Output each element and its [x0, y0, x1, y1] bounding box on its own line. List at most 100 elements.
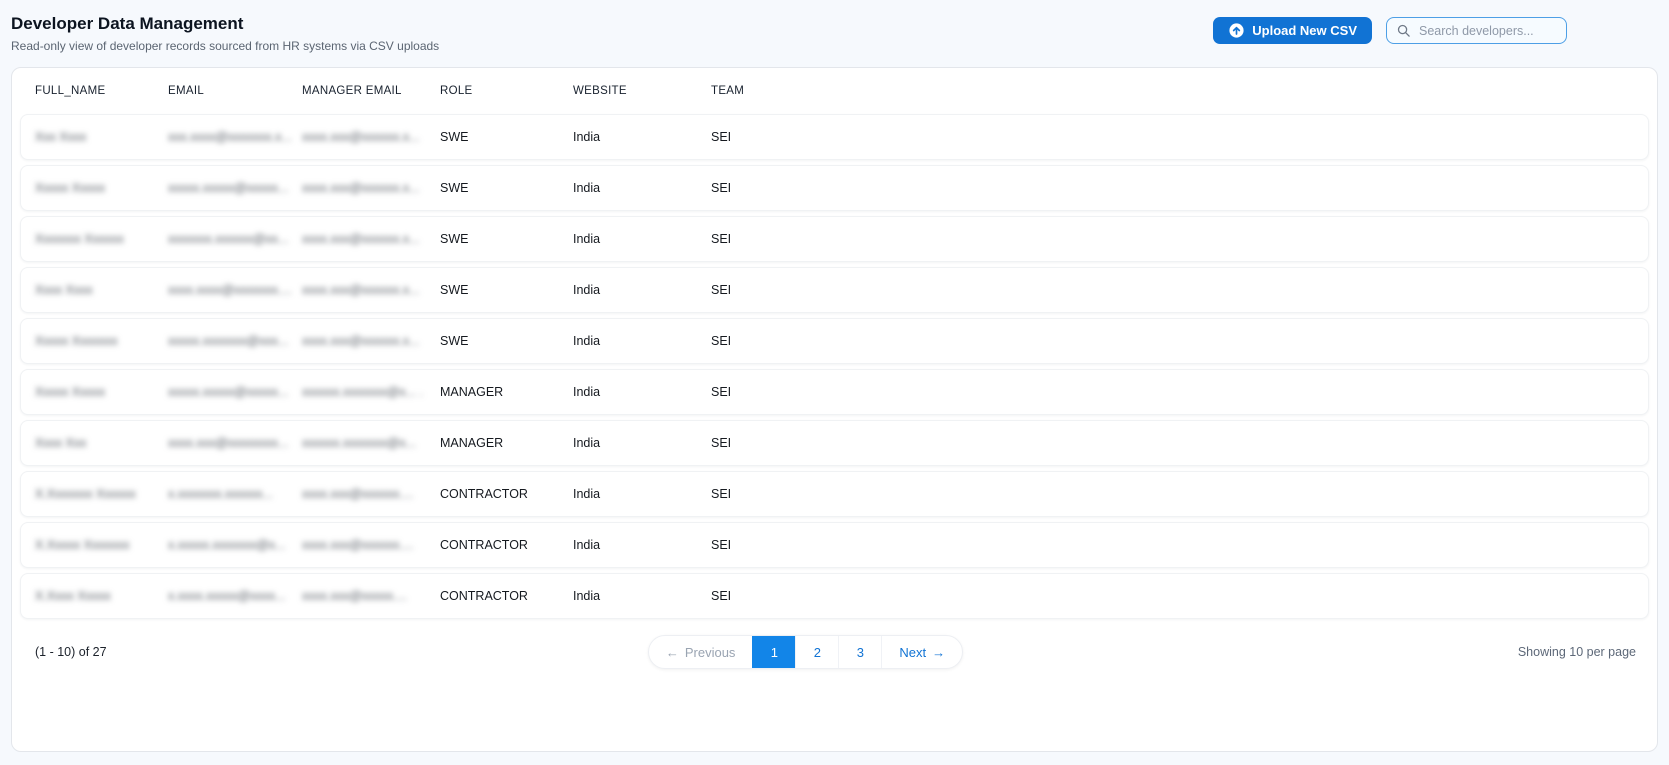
upload-icon	[1228, 22, 1245, 39]
cell-manager-email-redacted: xxxx.xxx@xxxxxx....	[302, 487, 414, 501]
next-label: Next	[899, 644, 927, 660]
cell-email-redacted: xxx.xxxx@xxxxxxx.x...	[168, 130, 292, 144]
table-row: Xxxxx Xxxxx xxxxx.xxxxx@xxxxx... xxxx.xx…	[20, 165, 1649, 211]
cell-full-name-redacted: Xxxxxxx Xxxxxx	[35, 232, 124, 246]
cell-manager-email-redacted: xxxx.xxx@xxxxxx.x...	[302, 181, 420, 195]
cell-website: India	[573, 589, 601, 603]
cell-team: SEI	[711, 181, 732, 195]
cell-website: India	[573, 538, 601, 552]
cell-manager-email-redacted: xxxxxx.xxxxxxx@x... .	[302, 385, 424, 399]
cell-email-redacted: xxxxx.xxxxx@xxxxx...	[168, 385, 289, 399]
table-row: Xxxx Xxxx xxxx.xxxx@xxxxxxx.... xxxx.xxx…	[20, 267, 1649, 313]
cell-team: SEI	[711, 334, 732, 348]
table-row: Xxxxxxx Xxxxxx xxxxxxx.xxxxxx@xx... xxxx…	[20, 216, 1649, 262]
column-header-role: ROLE	[440, 85, 473, 97]
cell-website: India	[573, 283, 601, 297]
table-header-row: FULL_NAME EMAIL MANAGER EMAIL ROLE WEBSI…	[20, 68, 1649, 114]
heading-block: Developer Data Management Read-only view…	[11, 14, 439, 53]
cell-manager-email-redacted: xxxx.xxx@xxxxxx.x...	[302, 334, 420, 348]
per-page-label: Showing 10 per page	[1517, 645, 1636, 659]
cell-website: India	[573, 487, 601, 501]
cell-team: SEI	[711, 487, 732, 501]
cell-email-redacted: x.xxxx.xxxxx@xxxx...	[168, 589, 286, 603]
cell-manager-email-redacted: xxxxxx.xxxxxxx@x...	[302, 436, 417, 450]
cell-email-redacted: xxxxx.xxxxxxx@xxx...	[168, 334, 289, 348]
column-header-manager-email: MANAGER EMAIL	[302, 85, 402, 97]
cell-manager-email-redacted: xxxx.xxx@xxxxxx.x...	[302, 283, 420, 297]
cell-role: SWE	[440, 232, 469, 246]
cell-role: SWE	[440, 283, 469, 297]
upload-csv-button[interactable]: Upload New CSV	[1213, 17, 1372, 44]
arrow-left-icon: ←	[665, 644, 679, 660]
cell-full-name-redacted: X.Xxxx Xxxxx	[35, 589, 111, 603]
topbar: Developer Data Management Read-only view…	[11, 0, 1658, 53]
search-input[interactable]	[1417, 22, 1557, 39]
cell-team: SEI	[711, 385, 732, 399]
table-row: X.Xxxxxxx Xxxxxx x.xxxxxxx.xxxxxx... xxx…	[20, 471, 1649, 517]
developers-table-card: FULL_NAME EMAIL MANAGER EMAIL ROLE WEBSI…	[11, 67, 1658, 752]
cell-manager-email-redacted: xxxx.xxx@xxxxxx....	[302, 538, 414, 552]
column-header-email: EMAIL	[168, 85, 205, 97]
cell-manager-email-redacted: xxxx.xxx@xxxxx....	[302, 589, 408, 603]
pagination-previous-button[interactable]: ← Previous	[649, 636, 753, 668]
cell-role: SWE	[440, 130, 469, 144]
page-title: Developer Data Management	[11, 14, 244, 33]
cell-website: India	[573, 334, 601, 348]
cell-full-name-redacted: Xxxxx Xxxxx	[35, 181, 106, 195]
pagination-page-2[interactable]: 2	[795, 636, 838, 668]
pagination: ← Previous 1 2 3 Next →	[647, 635, 964, 669]
upload-button-label: Upload New CSV	[1252, 23, 1357, 38]
column-header-team: TEAM	[711, 85, 745, 97]
cell-role: MANAGER	[440, 436, 504, 450]
pagination-page-3[interactable]: 3	[838, 636, 881, 668]
cell-team: SEI	[711, 589, 732, 603]
cell-team: SEI	[711, 538, 732, 552]
cell-website: India	[573, 385, 601, 399]
cell-website: India	[573, 130, 601, 144]
header-controls: Upload New CSV	[1213, 17, 1567, 44]
cell-full-name-redacted: Xxxxx Xxxxxxx	[35, 334, 118, 348]
pagination-next-button[interactable]: Next →	[881, 636, 962, 668]
previous-label: Previous	[684, 644, 736, 660]
column-header-website: WEBSITE	[573, 85, 627, 97]
arrow-right-icon: →	[932, 644, 946, 660]
cell-email-redacted: xxxxx.xxxxx@xxxxx...	[168, 181, 289, 195]
page-subtitle: Read-only view of developer records sour…	[11, 39, 440, 53]
search-box	[1386, 17, 1567, 44]
cell-manager-email-redacted: xxxx.xxx@xxxxxx.x...	[302, 232, 420, 246]
results-range-label: (1 - 10) of 27	[35, 645, 107, 659]
column-header-full-name: FULL_NAME	[35, 85, 106, 97]
cell-team: SEI	[711, 130, 732, 144]
table-row: Xxxxx Xxxxx xxxxx.xxxxx@xxxxx... xxxxxx.…	[20, 369, 1649, 415]
cell-website: India	[573, 232, 601, 246]
table-row: Xxxxx Xxxxxxx xxxxx.xxxxxxx@xxx... xxxx.…	[20, 318, 1649, 364]
cell-full-name-redacted: Xxx Xxxx	[35, 130, 87, 144]
cell-full-name-redacted: Xxxx Xxx	[35, 436, 87, 450]
cell-email-redacted: x.xxxxx.xxxxxxx@x...	[168, 538, 286, 552]
table-row: Xxxx Xxx xxxx.xxx@xxxxxxxx... xxxxxx.xxx…	[20, 420, 1649, 466]
pagination-page-1[interactable]: 1	[752, 636, 796, 668]
cell-email-redacted: xxxxxxx.xxxxxx@xx...	[168, 232, 289, 246]
cell-role: CONTRACTOR	[440, 538, 528, 552]
cell-full-name-redacted: Xxxxx Xxxxx	[35, 385, 106, 399]
cell-role: CONTRACTOR	[440, 487, 528, 501]
cell-email-redacted: xxxx.xxxx@xxxxxxx....	[168, 283, 292, 297]
cell-full-name-redacted: X.Xxxxxxx Xxxxxx	[35, 487, 136, 501]
table-row: X.Xxxxx Xxxxxxx x.xxxxx.xxxxxxx@x... xxx…	[20, 522, 1649, 568]
cell-website: India	[573, 436, 601, 450]
search-icon	[1396, 23, 1411, 38]
cell-website: India	[573, 181, 601, 195]
cell-full-name-redacted: X.Xxxxx Xxxxxxx	[35, 538, 130, 552]
cell-role: MANAGER	[440, 385, 504, 399]
table-row: X.Xxxx Xxxxx x.xxxx.xxxxx@xxxx... xxxx.x…	[20, 573, 1649, 619]
cell-full-name-redacted: Xxxx Xxxx	[35, 283, 93, 297]
cell-role: CONTRACTOR	[440, 589, 528, 603]
cell-email-redacted: xxxx.xxx@xxxxxxxx...	[168, 436, 289, 450]
page: Developer Data Management Read-only view…	[0, 0, 1669, 752]
cell-email-redacted: x.xxxxxxx.xxxxxx...	[168, 487, 273, 501]
table-footer: (1 - 10) of 27 ← Previous 1 2 3 Next → S…	[20, 635, 1649, 669]
cell-role: SWE	[440, 181, 469, 195]
cell-team: SEI	[711, 283, 732, 297]
cell-manager-email-redacted: xxxx.xxx@xxxxxx.x...	[302, 130, 420, 144]
cell-role: SWE	[440, 334, 469, 348]
